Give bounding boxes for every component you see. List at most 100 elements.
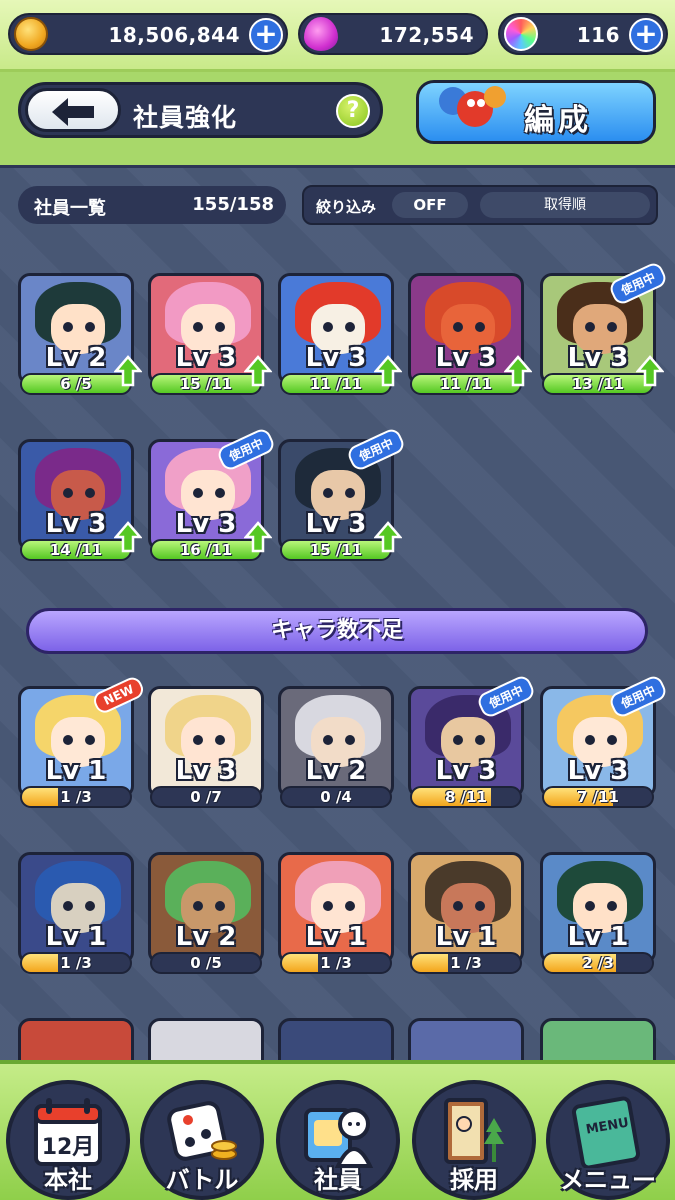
employee-card[interactable]: Lv 1 2 /3 bbox=[540, 852, 660, 974]
upgrade-arrow-icon bbox=[114, 355, 142, 387]
employee-level: Lv 1 bbox=[567, 922, 629, 952]
drop-value: 172,554 bbox=[379, 23, 474, 47]
progress-text: 1 /3 bbox=[60, 954, 92, 972]
formation-label: 編成 bbox=[524, 103, 592, 138]
progress-text: 8 /11 bbox=[444, 788, 487, 806]
employee-card[interactable] bbox=[540, 1018, 660, 1060]
page-title: 社員強化 bbox=[133, 103, 238, 132]
upgrade-arrow-icon bbox=[244, 521, 272, 553]
employee-card[interactable]: Lv 37 /11 使用中 bbox=[540, 673, 669, 808]
bottom-nav: 12月 本社 バトル 社員 採用 MENU メニュー bbox=[0, 1060, 675, 1200]
upgrade-arrow-icon bbox=[504, 355, 532, 387]
employee-card[interactable] bbox=[408, 1018, 528, 1060]
employee-level: Lv 3 bbox=[175, 756, 237, 786]
employee-portrait bbox=[408, 1018, 524, 1060]
nav-menu[interactable]: MENU メニュー bbox=[546, 1080, 670, 1200]
upgrade-arrow-icon bbox=[374, 355, 402, 387]
formation-button[interactable]: 編成 bbox=[416, 80, 656, 144]
nav-label: 採用 bbox=[450, 1166, 498, 1194]
mascots-icon bbox=[439, 86, 506, 127]
employee-portrait bbox=[18, 1018, 134, 1060]
list-header: 社員一覧 155/158 bbox=[18, 186, 286, 224]
progress-bar: 1 /3 bbox=[280, 952, 392, 974]
progress-bar: 2 /3 bbox=[542, 952, 654, 974]
employee-card-icon bbox=[304, 1108, 374, 1168]
orb-counter: 116 + bbox=[498, 13, 668, 55]
orb-value: 116 bbox=[576, 23, 620, 47]
employee-card[interactable]: Lv 3 16 /11 使用中 bbox=[148, 426, 277, 561]
employee-level: Lv 2 bbox=[175, 922, 237, 952]
help-button[interactable]: ? bbox=[336, 94, 370, 128]
employee-card[interactable] bbox=[148, 1018, 268, 1060]
back-button[interactable] bbox=[25, 88, 121, 132]
employee-card[interactable]: Lv 3 14 /11 bbox=[18, 439, 142, 561]
employee-level: Lv 1 bbox=[45, 756, 107, 786]
employee-portrait bbox=[148, 1018, 264, 1060]
employee-card[interactable]: Lv 3 13 /11 使用中 bbox=[540, 260, 669, 395]
employee-card[interactable]: Lv 3 11 /11 bbox=[278, 273, 402, 395]
employee-portrait bbox=[540, 1018, 656, 1060]
nav-battle[interactable]: バトル bbox=[140, 1080, 264, 1200]
upgrade-arrow-icon bbox=[114, 521, 142, 553]
upgrade-arrow-icon bbox=[244, 355, 272, 387]
orb-icon bbox=[504, 17, 538, 51]
progress-bar: 7 /11 bbox=[542, 786, 654, 808]
employee-card[interactable]: Lv 3 15 /11 bbox=[148, 273, 272, 395]
coin-icon bbox=[14, 17, 48, 51]
employee-card[interactable]: Lv 38 /11 使用中 bbox=[408, 673, 537, 808]
nav-label: メニュー bbox=[560, 1166, 656, 1194]
progress-bar: 0 /5 bbox=[150, 952, 262, 974]
menu-book-icon: MENU bbox=[572, 1096, 641, 1168]
list-count: 155/158 bbox=[192, 194, 274, 215]
progress-bar: 1 /3 bbox=[410, 952, 522, 974]
employee-card[interactable]: Lv 3 15 /11 使用中 bbox=[278, 426, 407, 561]
employee-level: Lv 1 bbox=[305, 922, 367, 952]
upgrade-arrow-icon bbox=[374, 521, 402, 553]
nav-headquarters[interactable]: 12月 本社 bbox=[6, 1080, 130, 1200]
employee-card[interactable]: Lv 26 /5 bbox=[18, 273, 142, 395]
progress-bar: 0 /4 bbox=[280, 786, 392, 808]
employee-card[interactable] bbox=[278, 1018, 398, 1060]
back-arrow-icon bbox=[52, 98, 94, 126]
calendar-text: 12月 bbox=[42, 1135, 95, 1160]
progress-text: 0 /7 bbox=[190, 788, 222, 806]
drop-icon bbox=[304, 17, 338, 51]
progress-text: 1 /3 bbox=[60, 788, 92, 806]
upgrade-arrow-icon bbox=[636, 355, 664, 387]
nav-recruit[interactable]: 採用 bbox=[412, 1080, 536, 1200]
employee-card[interactable]: Lv 2 0 /5 bbox=[148, 852, 268, 974]
coin-counter: 18,506,844 + bbox=[8, 13, 288, 55]
progress-text: 1 /3 bbox=[450, 954, 482, 972]
calendar-icon: 12月 bbox=[34, 1098, 102, 1166]
progress-bar: 8 /11 bbox=[410, 786, 522, 808]
sort-select[interactable]: 取得順 bbox=[480, 192, 650, 218]
employee-card[interactable]: Lv 1 1 /3 bbox=[278, 852, 398, 974]
progress-bar: 1 /3 bbox=[20, 786, 132, 808]
header: 社員強化 ? 編成 bbox=[0, 72, 675, 167]
employee-level: Lv 2 bbox=[305, 756, 367, 786]
employee-card[interactable]: Lv 1 1 /3 bbox=[408, 852, 528, 974]
employee-level: Lv 3 bbox=[435, 756, 497, 786]
progress-bar: 1 /3 bbox=[20, 952, 132, 974]
progress-text: 7 /11 bbox=[576, 788, 619, 806]
dice-icon bbox=[167, 1101, 237, 1161]
progress-text: 0 /5 bbox=[190, 954, 222, 972]
employee-level: Lv 3 bbox=[567, 756, 629, 786]
employee-list-panel: 社員一覧 155/158 絞り込み OFF 取得順 Lv 26 /5 Lv 3 15… bbox=[0, 165, 675, 1060]
employee-card[interactable]: Lv 3 0 /7 bbox=[148, 686, 268, 808]
nav-label: 本社 bbox=[44, 1166, 92, 1194]
add-coins-button[interactable]: + bbox=[249, 18, 283, 52]
employee-card[interactable] bbox=[18, 1018, 138, 1060]
employee-card[interactable]: Lv 11 /3 NEW bbox=[18, 674, 147, 808]
employee-card[interactable]: Lv 3 11 /11 bbox=[408, 273, 532, 395]
progress-text: 2 /3 bbox=[582, 954, 614, 972]
progress-text: 0 /4 bbox=[320, 788, 352, 806]
progress-bar: 0 /7 bbox=[150, 786, 262, 808]
progress-text: 1 /3 bbox=[320, 954, 352, 972]
filter-toggle[interactable]: OFF bbox=[392, 192, 468, 218]
add-orbs-button[interactable]: + bbox=[629, 18, 663, 52]
currency-bar: 18,506,844 + 172,554 116 + bbox=[0, 0, 675, 72]
employee-card[interactable]: Lv 1 1 /3 bbox=[18, 852, 138, 974]
employee-card[interactable]: Lv 2 0 /4 bbox=[278, 686, 398, 808]
nav-employees[interactable]: 社員 bbox=[276, 1080, 400, 1200]
